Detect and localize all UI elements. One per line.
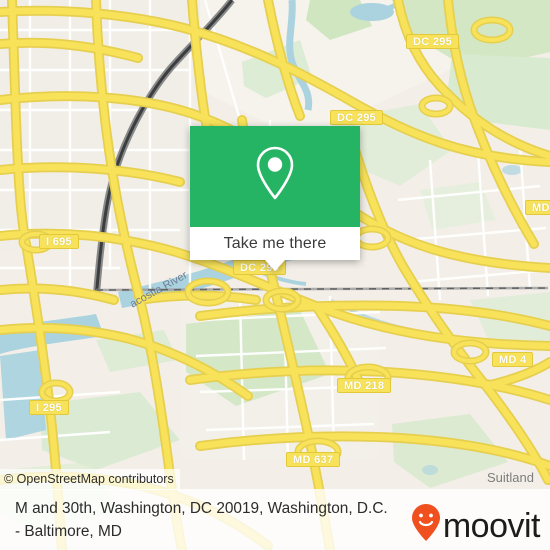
moovit-logo[interactable]: moovit — [411, 503, 541, 548]
map-canvas[interactable]: acostia River Suitland DC 295 DC 295 MD … — [0, 0, 550, 550]
highway-shield-dc295-upper: DC 295 — [330, 110, 384, 125]
highway-shield-md4: MD 4 — [492, 352, 534, 367]
take-me-there-label: Take me there — [223, 234, 327, 252]
map-screenshot: acostia River Suitland DC 295 DC 295 MD … — [0, 0, 550, 550]
moovit-wordmark: moovit — [442, 506, 541, 545]
highway-shield-md: MD — [525, 200, 550, 215]
highway-shield-md218: MD 218 — [337, 378, 392, 393]
map-attribution[interactable]: © OpenStreetMap contributors — [0, 469, 180, 490]
map-popup-card[interactable]: Take me there — [190, 126, 360, 271]
moovit-pin-icon — [411, 503, 441, 548]
highway-shield-i695: I 695 — [39, 234, 79, 249]
map-place-label-suitland: Suitland — [487, 470, 534, 485]
highway-shield-dc295-north: DC 295 — [406, 34, 460, 49]
popup-header — [190, 126, 360, 227]
highway-shield-i295: I 295 — [29, 400, 69, 415]
highway-shield-md637: MD 637 — [286, 452, 341, 467]
bottom-info-bar: M and 30th, Washington, DC 20019, Washin… — [0, 489, 550, 550]
address-line-1: M and 30th, Washington, DC 20019, Washin… — [15, 500, 388, 517]
address-line-2: - Baltimore, MD — [15, 523, 122, 540]
map-pin-icon — [252, 144, 298, 209]
take-me-there-button[interactable]: Take me there — [190, 227, 360, 260]
popup-pointer-tail — [265, 260, 285, 271]
address-block: M and 30th, Washington, DC 20019, Washin… — [15, 497, 440, 543]
